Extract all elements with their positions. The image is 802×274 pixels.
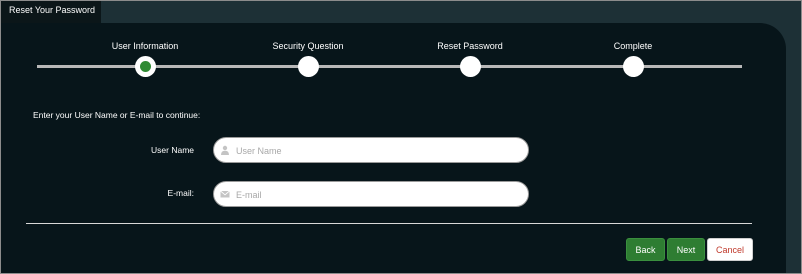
email-label: E-mail: — [167, 188, 194, 198]
form-instructions: Enter your User Name or E-mail to contin… — [33, 110, 201, 120]
step-label-security-question: Security Question — [272, 41, 344, 51]
window-tab: Reset Your Password — [1, 1, 101, 24]
step-dot-user-information — [134, 56, 156, 77]
step-dot-complete — [622, 56, 644, 77]
back-button[interactable]: Back — [626, 238, 665, 261]
email-field[interactable] — [213, 181, 529, 207]
envelope-icon — [220, 189, 230, 199]
email-input[interactable] — [234, 185, 523, 205]
step-label-user-information: User Information — [111, 41, 179, 51]
username-field[interactable] — [213, 137, 529, 163]
username-input[interactable] — [234, 141, 523, 161]
reset-password-window: Reset Your Password User Information Sec… — [0, 0, 802, 274]
step-label-reset-password: Reset Password — [437, 41, 503, 51]
window-title: Reset Your Password — [9, 5, 96, 15]
user-icon — [220, 145, 230, 155]
username-label: User Name — [151, 145, 194, 155]
progress-stepper: User Information Security Question Reset… — [1, 23, 786, 83]
cancel-button[interactable]: Cancel — [707, 238, 753, 261]
form-divider — [26, 223, 752, 224]
step-dot-reset-password — [459, 56, 481, 77]
step-label-complete: Complete — [613, 41, 653, 51]
reset-password-panel: User Information Security Question Reset… — [1, 23, 786, 273]
step-dot-security-question — [297, 56, 319, 77]
next-button[interactable]: Next — [667, 238, 705, 261]
